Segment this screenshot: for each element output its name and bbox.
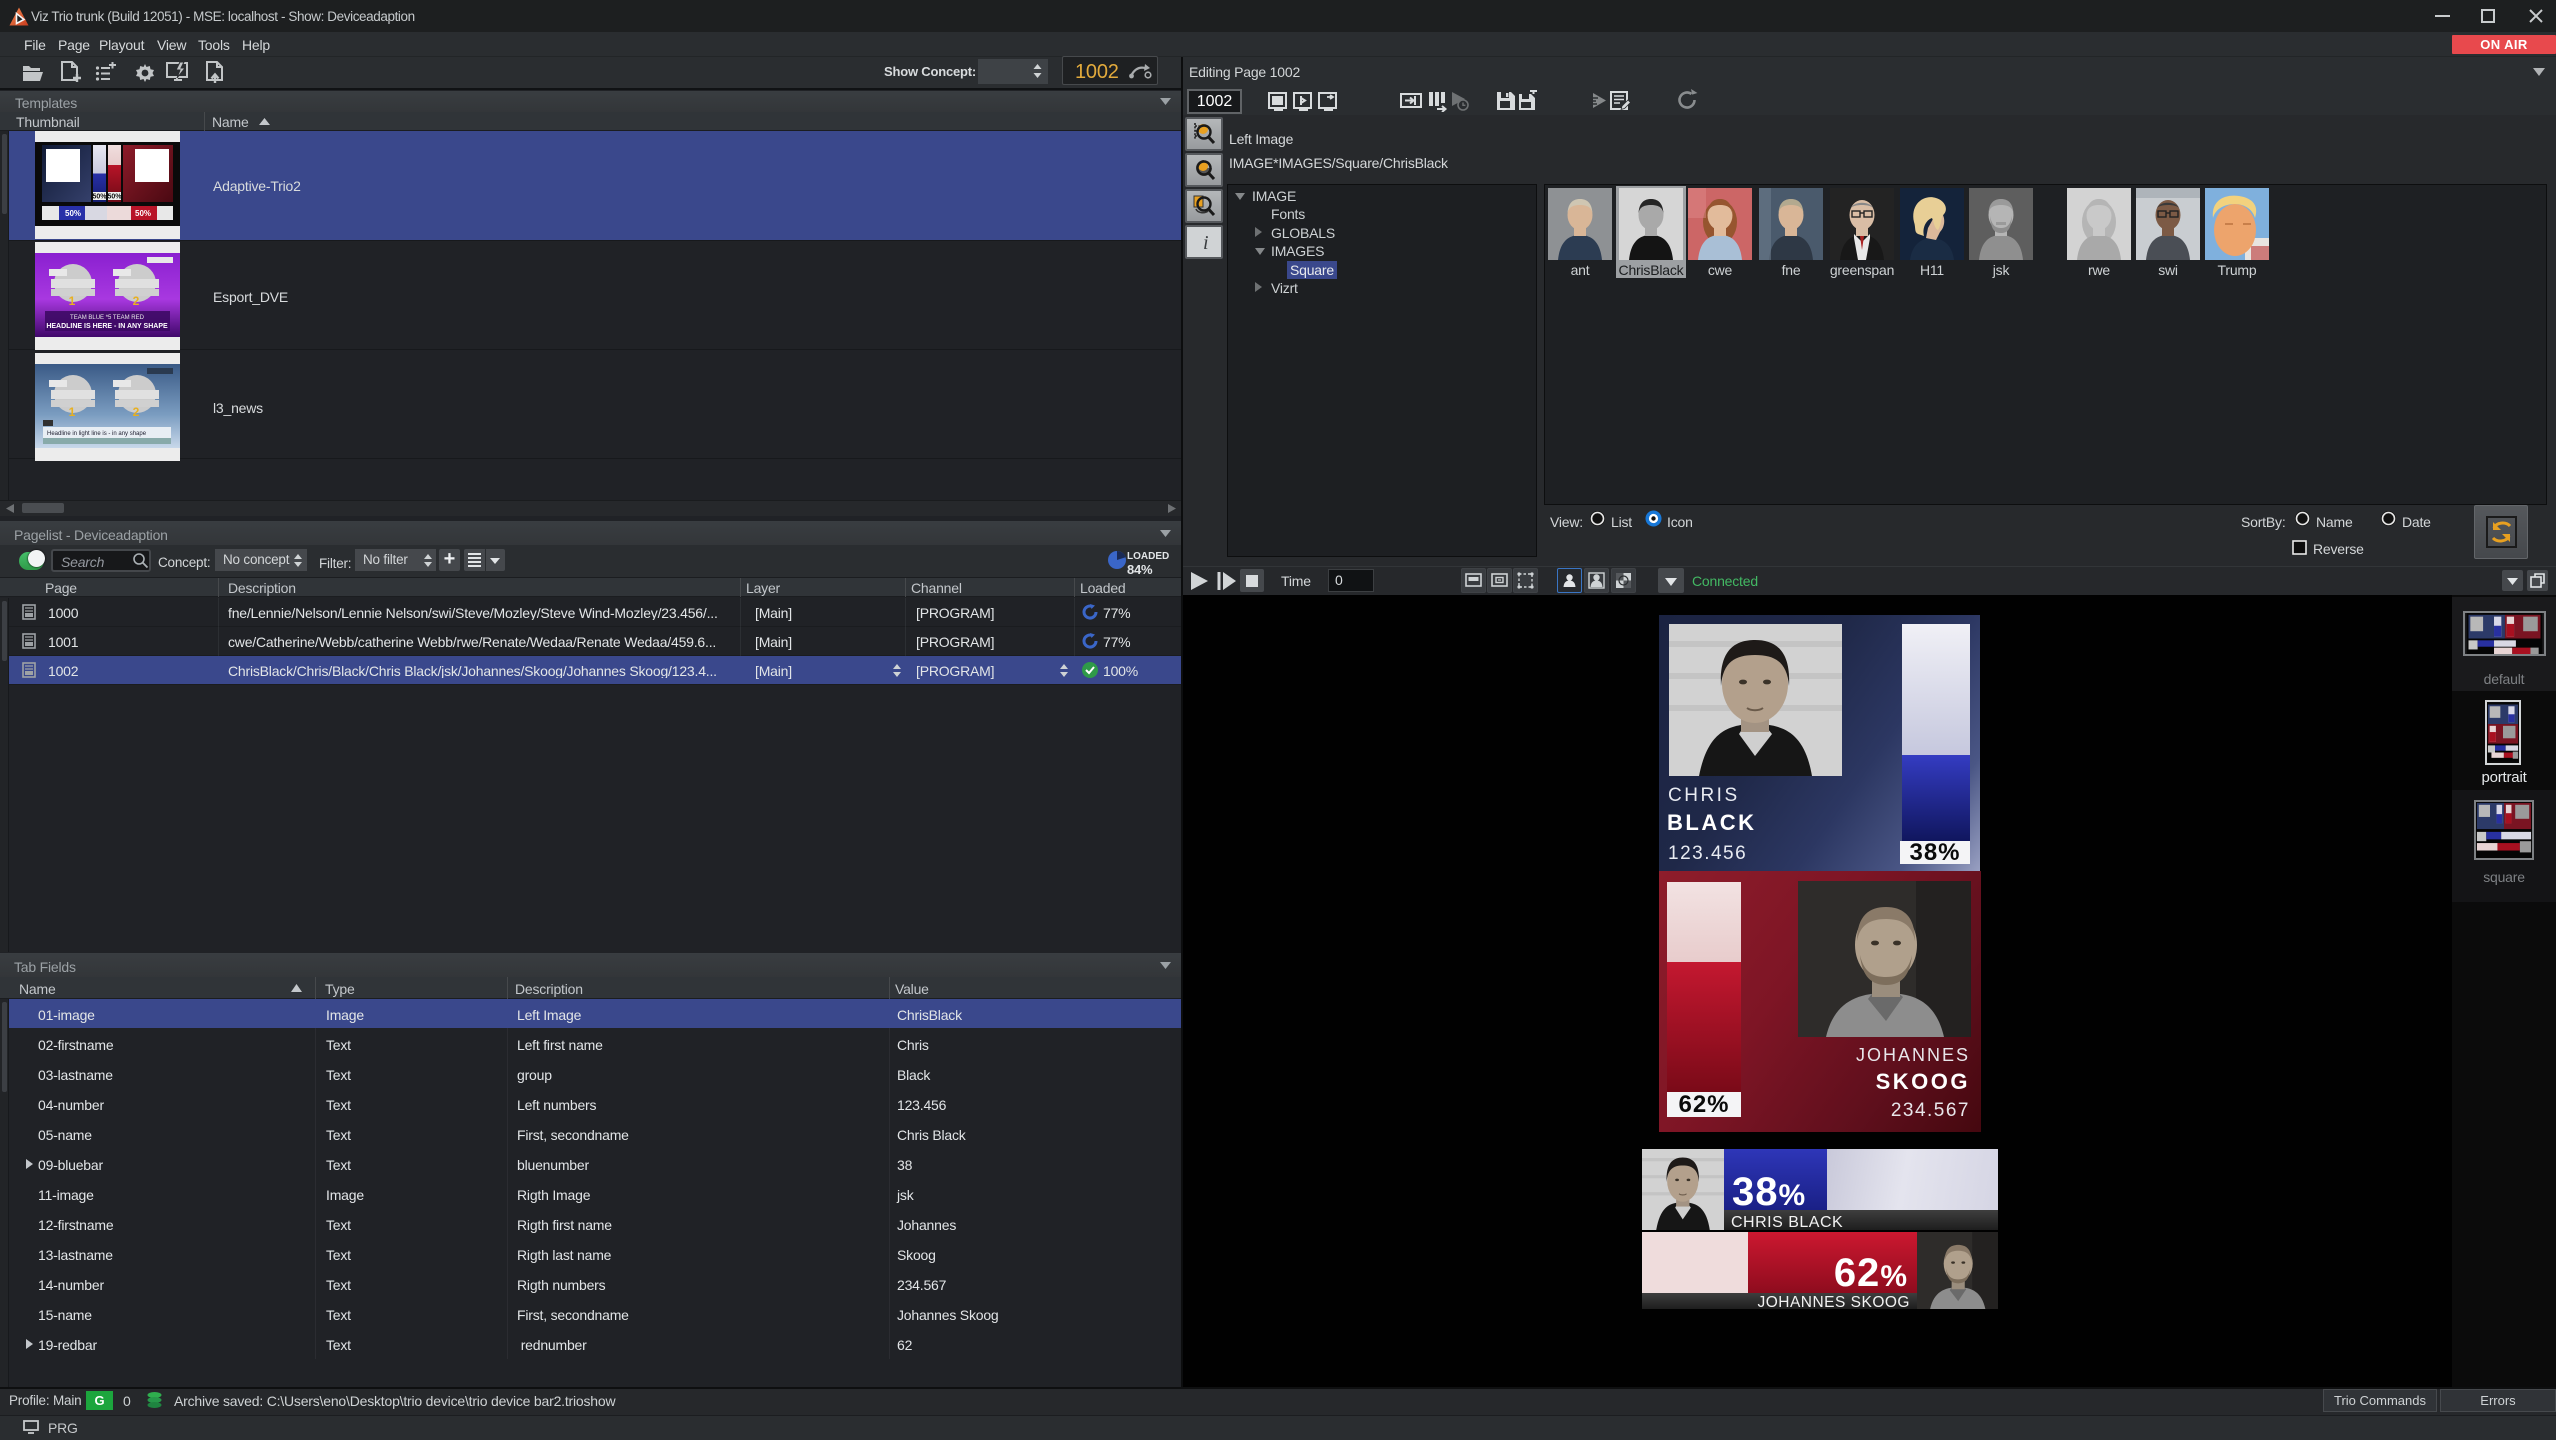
- svg-text:50%: 50%: [92, 194, 107, 201]
- svg-text:1: 1: [69, 405, 76, 419]
- svg-text:1: 1: [69, 294, 76, 308]
- svg-text:Headline in light line is - in: Headline in light line is - in any shape: [47, 431, 147, 437]
- svg-text:50%: 50%: [107, 194, 122, 201]
- svg-text:2: 2: [133, 405, 140, 419]
- svg-text:2: 2: [133, 294, 140, 308]
- svg-text:i: i: [1203, 232, 1209, 254]
- svg-text:50%: 50%: [135, 209, 151, 218]
- svg-text:50%: 50%: [65, 209, 81, 218]
- svg-text:TEAM BLUE *5 TEAM RED: TEAM BLUE *5 TEAM RED: [70, 315, 145, 321]
- svg-text:HEADLINE IS HERE - IN ANY SHAP: HEADLINE IS HERE - IN ANY SHAPE: [46, 323, 168, 330]
